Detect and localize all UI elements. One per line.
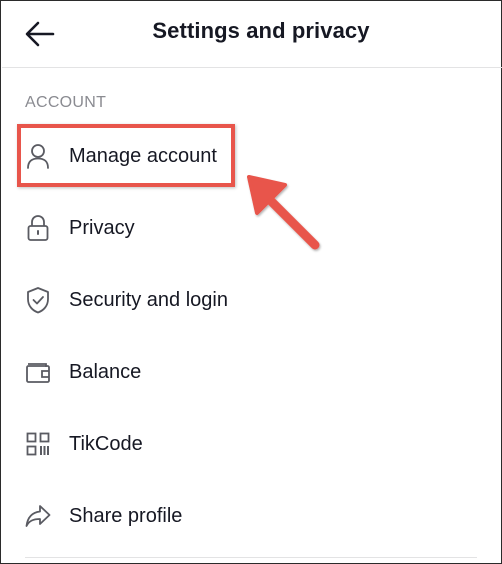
menu-item-label: TikCode: [69, 432, 143, 455]
menu-item-label: Manage account: [69, 144, 217, 167]
app-window: Settings and privacy ACCOUNT Manage acco…: [0, 0, 502, 564]
menu-item-security-and-login[interactable]: Security and login: [19, 271, 483, 329]
menu-item-label: Share profile: [69, 504, 183, 527]
wallet-icon: [21, 357, 55, 387]
qr-code-icon: [21, 429, 55, 459]
menu-item-share-profile[interactable]: Share profile: [19, 487, 483, 545]
page-title: Settings and privacy: [152, 18, 370, 43]
menu-item-label: Balance: [69, 360, 142, 383]
menu-item-balance[interactable]: Balance: [19, 343, 483, 401]
share-icon: [21, 501, 55, 531]
top-bar: Settings and privacy: [2, 2, 502, 68]
person-icon: [21, 141, 55, 171]
menu-item-label: Security and login: [69, 288, 228, 311]
section-label-account: ACCOUNT: [25, 94, 107, 111]
lock-icon: [21, 213, 55, 243]
shield-check-icon: [21, 285, 55, 315]
bottom-divider: [25, 557, 477, 558]
menu-item-label: Privacy: [69, 216, 135, 239]
menu-item-privacy[interactable]: Privacy: [19, 199, 483, 257]
menu-item-manage-account[interactable]: Manage account: [19, 127, 483, 185]
menu-item-tikcode[interactable]: TikCode: [19, 415, 483, 473]
